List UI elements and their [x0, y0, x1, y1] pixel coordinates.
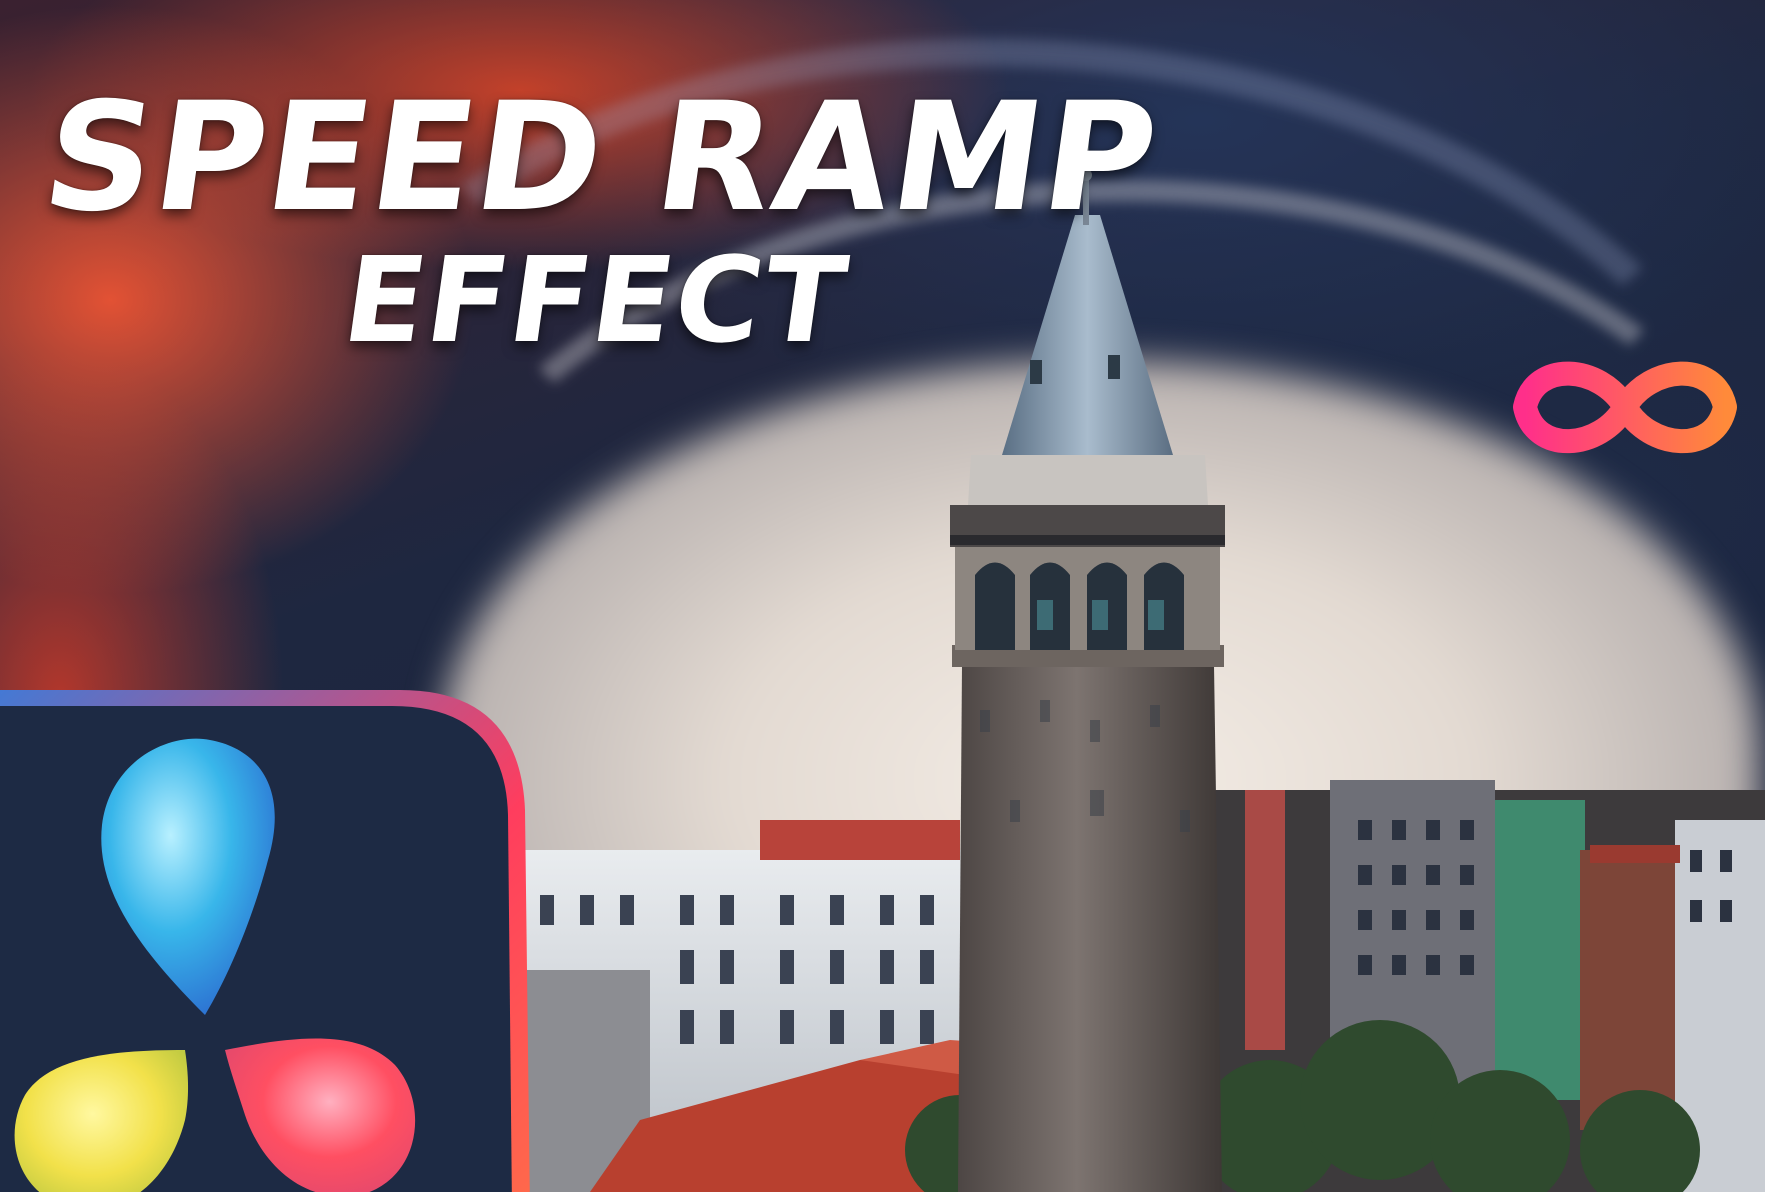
infinity-logo-icon [1513, 361, 1737, 454]
headline-line-1: SPEED RAMP [33, 71, 1169, 245]
davinci-resolve-logo-icon [0, 690, 530, 1192]
galata-tower [950, 115, 1225, 1192]
headline-line-2: EFFECT [335, 231, 857, 369]
thumbnail: SPEED RAMP EFFECT [0, 0, 1765, 1192]
